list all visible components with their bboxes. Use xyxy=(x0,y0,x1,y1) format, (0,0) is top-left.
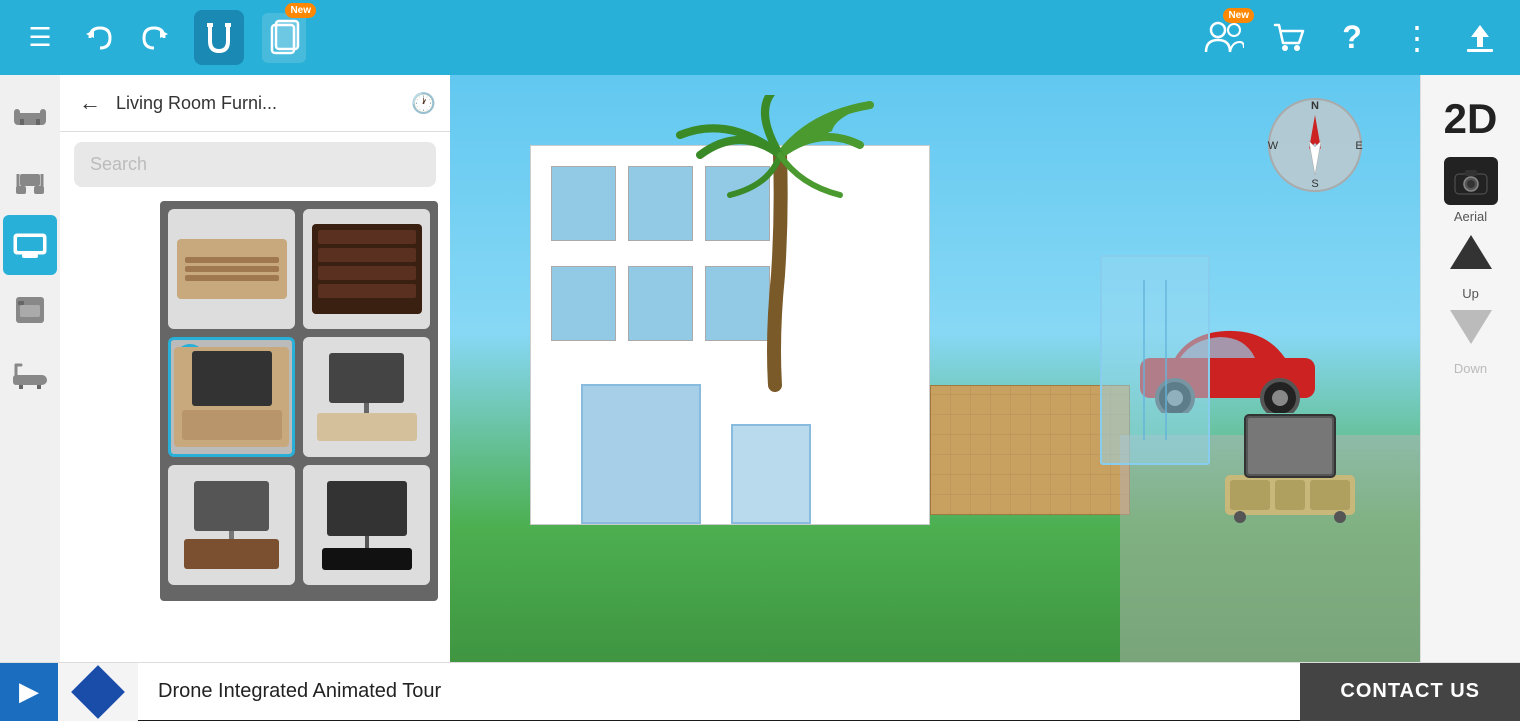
more-button[interactable]: ⋮ xyxy=(1396,18,1436,58)
scene-tv-stand xyxy=(1220,405,1360,530)
sidebar-item-sofa[interactable] xyxy=(3,85,57,145)
up-button[interactable]: Up xyxy=(1431,228,1511,303)
users-new-badge: New xyxy=(1223,8,1254,23)
3d-scene[interactable]: N S W E xyxy=(450,75,1520,720)
svg-text:E: E xyxy=(1355,140,1362,152)
item-panel: ← Living Room Furni... 🕐 Search xyxy=(60,75,450,720)
palm-tree xyxy=(670,95,890,400)
upload-button[interactable] xyxy=(1460,18,1500,58)
view-2d-button[interactable]: 2D xyxy=(1444,85,1498,153)
svg-text:W: W xyxy=(1268,140,1279,152)
menu-icon[interactable]: ☰ xyxy=(20,18,60,58)
category-sidebar xyxy=(0,75,60,720)
magnet-button[interactable] xyxy=(194,10,244,65)
redo-button[interactable] xyxy=(136,18,176,58)
aerial-label: Aerial xyxy=(1454,209,1487,224)
top-bar: ☰ New New ? ⋮ xyxy=(0,0,1520,75)
up-label: Up xyxy=(1462,286,1479,301)
copy-button[interactable] xyxy=(262,13,306,63)
svg-text:S: S xyxy=(1311,178,1318,190)
grid-row-1 xyxy=(168,209,430,329)
compass: N S W E xyxy=(1265,95,1365,195)
new-badge: New xyxy=(285,3,316,18)
grid-item-2[interactable] xyxy=(303,209,430,329)
grid-item-5[interactable] xyxy=(168,465,295,585)
search-input[interactable]: Search xyxy=(74,142,436,187)
grid-item-6[interactable] xyxy=(303,465,430,585)
furniture-grid: 🔍 xyxy=(160,201,438,601)
cart-button[interactable] xyxy=(1268,18,1308,58)
panel-title: Living Room Furni... xyxy=(116,93,401,114)
undo-button[interactable] xyxy=(78,18,118,58)
ad-brand-logo xyxy=(58,663,138,721)
sidebar-item-dining[interactable] xyxy=(3,150,57,210)
panel-header: ← Living Room Furni... 🕐 xyxy=(60,75,450,132)
shower-cabin xyxy=(1100,255,1210,465)
users-button-wrap: New xyxy=(1204,18,1244,58)
down-label: Down xyxy=(1454,361,1487,376)
svg-text:N: N xyxy=(1311,100,1319,112)
copy-button-wrap: New xyxy=(262,13,306,63)
top-bar-right: New ? ⋮ xyxy=(1204,18,1500,58)
sidebar-item-kitchen[interactable] xyxy=(3,280,57,340)
ad-text: Drone Integrated Animated Tour xyxy=(138,680,1300,703)
chevron-down-icon xyxy=(1446,306,1496,357)
grid-row-2: 🔍 xyxy=(168,337,430,457)
help-button[interactable]: ? xyxy=(1332,18,1372,58)
contact-us-button[interactable]: CONTACT US xyxy=(1300,663,1520,721)
history-button[interactable]: 🕐 xyxy=(411,91,436,116)
down-button[interactable]: Down xyxy=(1431,303,1511,378)
sidebar-item-tv[interactable] xyxy=(3,215,57,275)
back-button[interactable]: ← xyxy=(74,87,106,119)
aerial-button[interactable]: Aerial xyxy=(1431,153,1511,228)
ad-bar: ▶ Drone Integrated Animated Tour CONTACT… xyxy=(0,662,1520,720)
users-button[interactable] xyxy=(1204,18,1244,58)
chevron-up-icon xyxy=(1446,231,1496,282)
right-controls: 2D Aerial Up Down xyxy=(1420,75,1520,720)
grid-row-3 xyxy=(168,465,430,585)
grid-item-4[interactable] xyxy=(303,337,430,457)
ad-play-button[interactable]: ▶ xyxy=(0,663,58,721)
grid-item-1[interactable] xyxy=(168,209,295,329)
camera-icon xyxy=(1444,157,1498,205)
grid-item-3[interactable]: 🔍 xyxy=(168,337,295,457)
sidebar-item-bath[interactable] xyxy=(3,345,57,405)
